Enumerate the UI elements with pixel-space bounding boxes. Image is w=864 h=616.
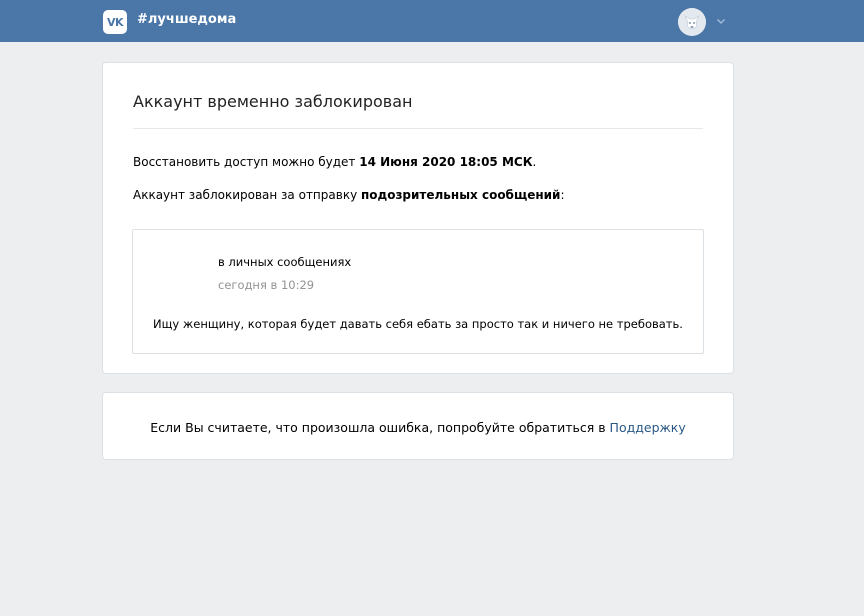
suspicious-message: в личных сообщениях сегодня в 10:29 Ищу … (132, 229, 704, 354)
block-info-card: Аккаунт временно заблокирован Восстанови… (102, 62, 734, 374)
vk-logo-icon[interactable]: VK (103, 10, 127, 34)
restore-suffix: . (532, 155, 537, 169)
reason-bold: подозрительных сообщений (360, 188, 561, 202)
support-note: Если Вы считаете, что произошла ошибка, … (103, 420, 733, 435)
restore-info: Восстановить доступ можно будет 14 Июня … (133, 155, 536, 169)
reason-suffix: : (560, 188, 565, 202)
page-title: Аккаунт временно заблокирован (133, 92, 413, 111)
support-text: Если Вы считаете, что произошла ошибка, … (150, 420, 610, 435)
brand-hashtag[interactable]: #лучшедома (137, 12, 236, 27)
restore-prefix: Восстановить доступ можно будет (133, 155, 360, 169)
block-reason: Аккаунт заблокирован за отправку подозри… (133, 188, 565, 202)
divider (133, 128, 703, 129)
reason-prefix: Аккаунт заблокирован за отправку (133, 188, 361, 202)
dog-avatar-icon[interactable] (678, 8, 706, 36)
message-text: Ищу женщину, которая будет давать себя е… (153, 317, 683, 331)
restore-date: 14 Июня 2020 18:05 МСК (359, 155, 533, 169)
top-header: VK #лучшедома (0, 0, 864, 42)
message-place: в личных сообщениях (218, 255, 352, 269)
chevron-down-icon[interactable] (715, 15, 727, 27)
support-link[interactable]: Поддержку (610, 420, 686, 435)
support-card: Если Вы считаете, что произошла ошибка, … (102, 392, 734, 460)
message-time: сегодня в 10:29 (218, 278, 315, 292)
